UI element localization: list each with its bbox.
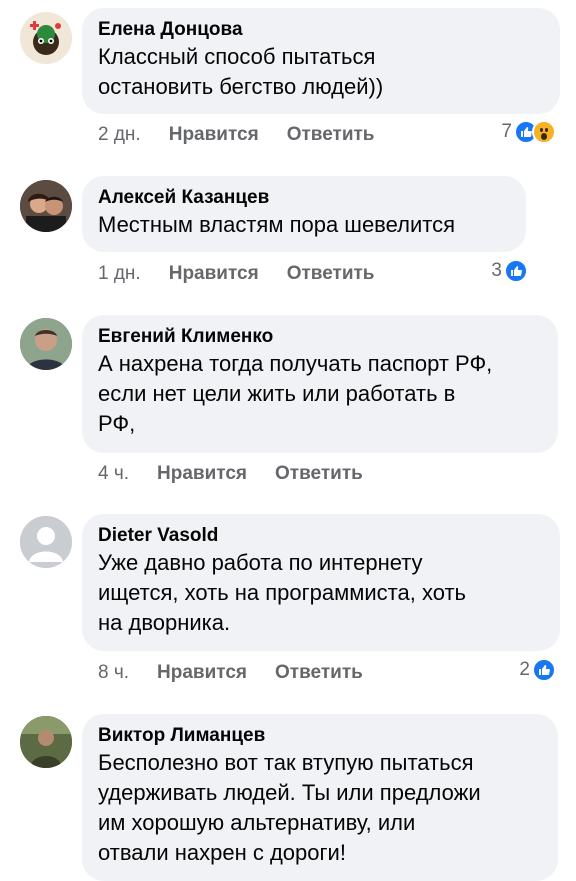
man-photo-icon (20, 318, 72, 370)
reaction-count: 7 (501, 121, 512, 142)
comment-bubble: Виктор Лиманцев Бесполезно вот так втупу… (82, 714, 558, 881)
comment-time[interactable]: 4 ч. (98, 463, 129, 485)
comment-author[interactable]: Евгений Клименко (98, 325, 542, 349)
like-button[interactable]: Нравится (157, 463, 247, 485)
comment-actions: 8 ч. Нравится Ответить (98, 662, 363, 684)
comment-author[interactable]: Елена Донцова (98, 18, 544, 42)
reply-button[interactable]: Ответить (275, 662, 363, 684)
reaction-count: 3 (491, 260, 502, 281)
reaction-summary[interactable]: 7 (501, 120, 556, 144)
avatar[interactable] (20, 318, 72, 370)
comment-author[interactable]: Виктор Лиманцев (98, 724, 542, 748)
comment-time[interactable]: 2 дн. (98, 124, 141, 146)
comment-time[interactable]: 8 ч. (98, 662, 129, 684)
default-profile-icon (20, 516, 72, 568)
comment-bubble: Dieter Vasold Уже давно работа по интерн… (82, 514, 560, 651)
avatar[interactable] (20, 716, 72, 768)
comment-actions: 1 дн. Нравится Ответить (98, 263, 375, 285)
reply-button[interactable]: Ответить (275, 463, 363, 485)
reaction-summary[interactable]: 3 (491, 259, 528, 283)
comment-actions: 4 ч. Нравится Ответить (98, 463, 363, 485)
comment-text: Уже давно работа по интернету ищется, хо… (98, 550, 467, 635)
comment-text: Местным властям пора шевелится (98, 212, 455, 237)
comment-actions: 2 дн. Нравится Ответить (98, 124, 375, 146)
like-icon (504, 259, 528, 283)
comment-bubble: Евгений Клименко А нахрена тогда получат… (82, 315, 558, 453)
like-button[interactable]: Нравится (169, 263, 259, 285)
reaction-count: 2 (519, 659, 530, 680)
avatar[interactable] (20, 516, 72, 568)
like-button[interactable]: Нравится (169, 124, 259, 146)
couple-photo-icon (20, 180, 72, 232)
comment-author[interactable]: Dieter Vasold (98, 524, 544, 548)
man-outdoor-photo-icon (20, 716, 72, 768)
comment-text: А нахрена тогда получать паспорт РФ, есл… (98, 351, 493, 436)
comment-text: Бесполезно вот так втупую пытаться удерж… (98, 750, 481, 865)
reply-button[interactable]: Ответить (287, 263, 375, 285)
like-button[interactable]: Нравится (157, 662, 247, 684)
comment-bubble: Алексей Казанцев Местным властям пора ше… (82, 176, 526, 252)
wow-icon (532, 120, 556, 144)
doll-avatar-icon (20, 12, 72, 64)
reply-button[interactable]: Ответить (287, 124, 375, 146)
comment-bubble: Елена Донцова Классный способ пытаться о… (82, 8, 560, 114)
comment-time[interactable]: 1 дн. (98, 263, 141, 285)
reaction-summary[interactable]: 2 (519, 658, 556, 682)
comment-author[interactable]: Алексей Казанцев (98, 186, 510, 210)
like-icon (532, 658, 556, 682)
avatar[interactable] (20, 180, 72, 232)
comment-text: Классный способ пытаться остановить бегс… (98, 44, 384, 99)
avatar[interactable] (20, 12, 72, 64)
